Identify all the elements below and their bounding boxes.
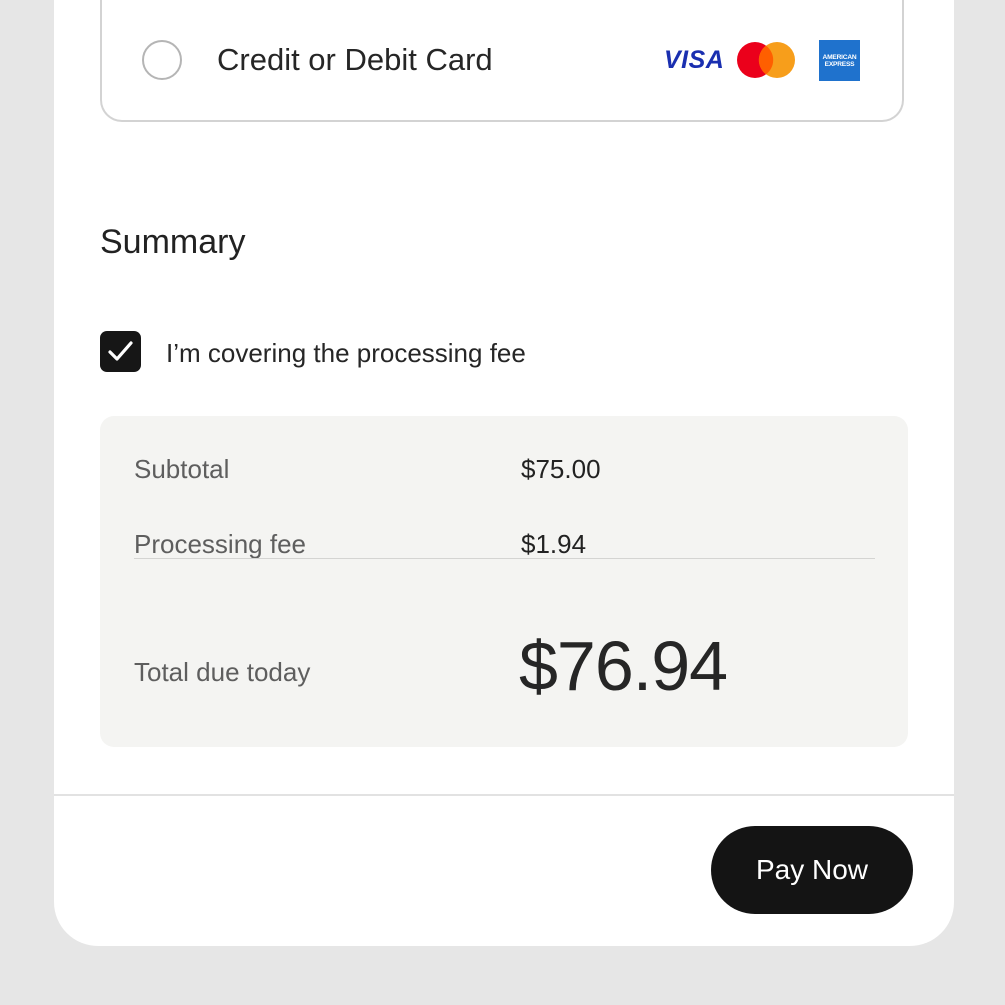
visa-logo: VISA bbox=[664, 46, 725, 74]
card-radio-button[interactable] bbox=[142, 40, 182, 80]
mastercard-logo bbox=[737, 42, 795, 78]
summary-divider bbox=[134, 558, 875, 559]
checkmark-icon bbox=[108, 341, 133, 361]
amex-logo: AMERICAN EXPRESS bbox=[819, 40, 860, 81]
cover-fee-label[interactable]: I’m covering the processing fee bbox=[166, 337, 526, 369]
subtotal-label: Subtotal bbox=[134, 454, 230, 484]
payment-option-card[interactable]: Credit or Debit Card VISA AMERICAN EXPRE… bbox=[100, 0, 904, 122]
footer-divider bbox=[54, 794, 954, 796]
pay-now-button[interactable]: Pay Now bbox=[711, 826, 913, 914]
subtotal-value: $75.00 bbox=[521, 454, 601, 484]
processing-fee-label: Processing fee bbox=[134, 529, 306, 559]
total-amount: $76.94 bbox=[519, 627, 728, 705]
payment-option-label: Credit or Debit Card bbox=[217, 42, 493, 77]
order-summary-box: Subtotal $75.00 Processing fee $1.94 Tot… bbox=[100, 416, 908, 747]
summary-heading: Summary bbox=[100, 223, 246, 261]
checkout-panel: Credit or Debit Card VISA AMERICAN EXPRE… bbox=[54, 0, 954, 946]
processing-fee-value: $1.94 bbox=[521, 529, 587, 559]
total-label: Total due today bbox=[134, 657, 311, 687]
cover-fee-checkbox[interactable] bbox=[100, 331, 141, 372]
